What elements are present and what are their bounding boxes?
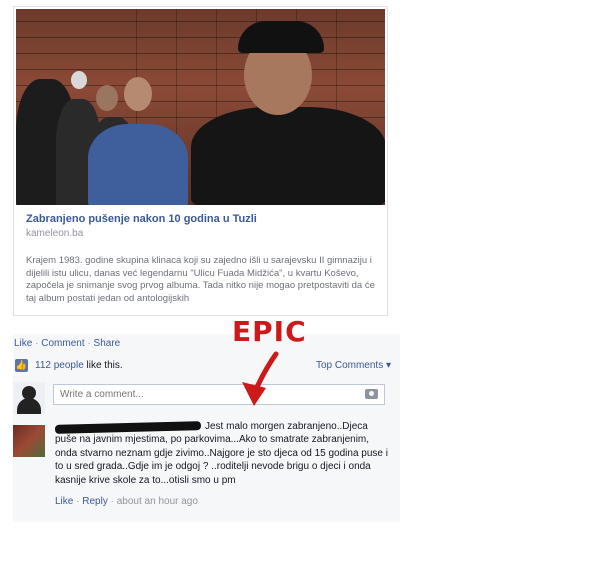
link-description: Krajem 1983. godine skupina klinaca koji… [26, 255, 375, 304]
likes-count-link[interactable]: 112 people [35, 360, 84, 371]
likes-row: 👍 112 people like this. Top Comments ▾ [13, 358, 397, 376]
comment-reply-link[interactable]: Reply [82, 496, 108, 507]
thumbs-up-icon: 👍 [15, 359, 28, 372]
arrow-down-icon [242, 351, 279, 406]
like-link[interactable]: Like [14, 338, 32, 349]
action-links: Like · Comment · Share [14, 338, 120, 349]
likes-suffix: like this. [83, 360, 123, 371]
separator: · [35, 338, 39, 349]
shared-link-card[interactable]: Zabranjeno pušenje nakon 10 godina u Tuz… [13, 6, 388, 316]
share-link[interactable]: Share [94, 338, 121, 349]
comment-link[interactable]: Comment [41, 338, 84, 349]
link-title[interactable]: Zabranjeno pušenje nakon 10 godina u Tuz… [26, 213, 257, 225]
comment-input[interactable] [53, 384, 385, 405]
link-domain: kameleon.ba [26, 228, 84, 239]
comment-like-link[interactable]: Like [55, 496, 73, 507]
separator: · [87, 338, 91, 349]
comment-meta: Like · Reply · about an hour ago [55, 496, 198, 507]
avatar [13, 382, 45, 414]
separator: · [76, 496, 80, 507]
separator: · [110, 496, 114, 507]
link-preview-image[interactable] [16, 9, 385, 205]
post-actions-panel: Like · Comment · Share 👍 112 people like… [13, 334, 400, 522]
comment-timestamp[interactable]: about an hour ago [117, 496, 198, 507]
camera-icon[interactable] [365, 389, 378, 399]
epic-annotation-label: EPIC [232, 315, 307, 348]
commenter-avatar[interactable] [13, 425, 45, 457]
likes-summary: 112 people like this. [35, 360, 123, 371]
top-comments-dropdown[interactable]: Top Comments ▾ [316, 360, 391, 371]
